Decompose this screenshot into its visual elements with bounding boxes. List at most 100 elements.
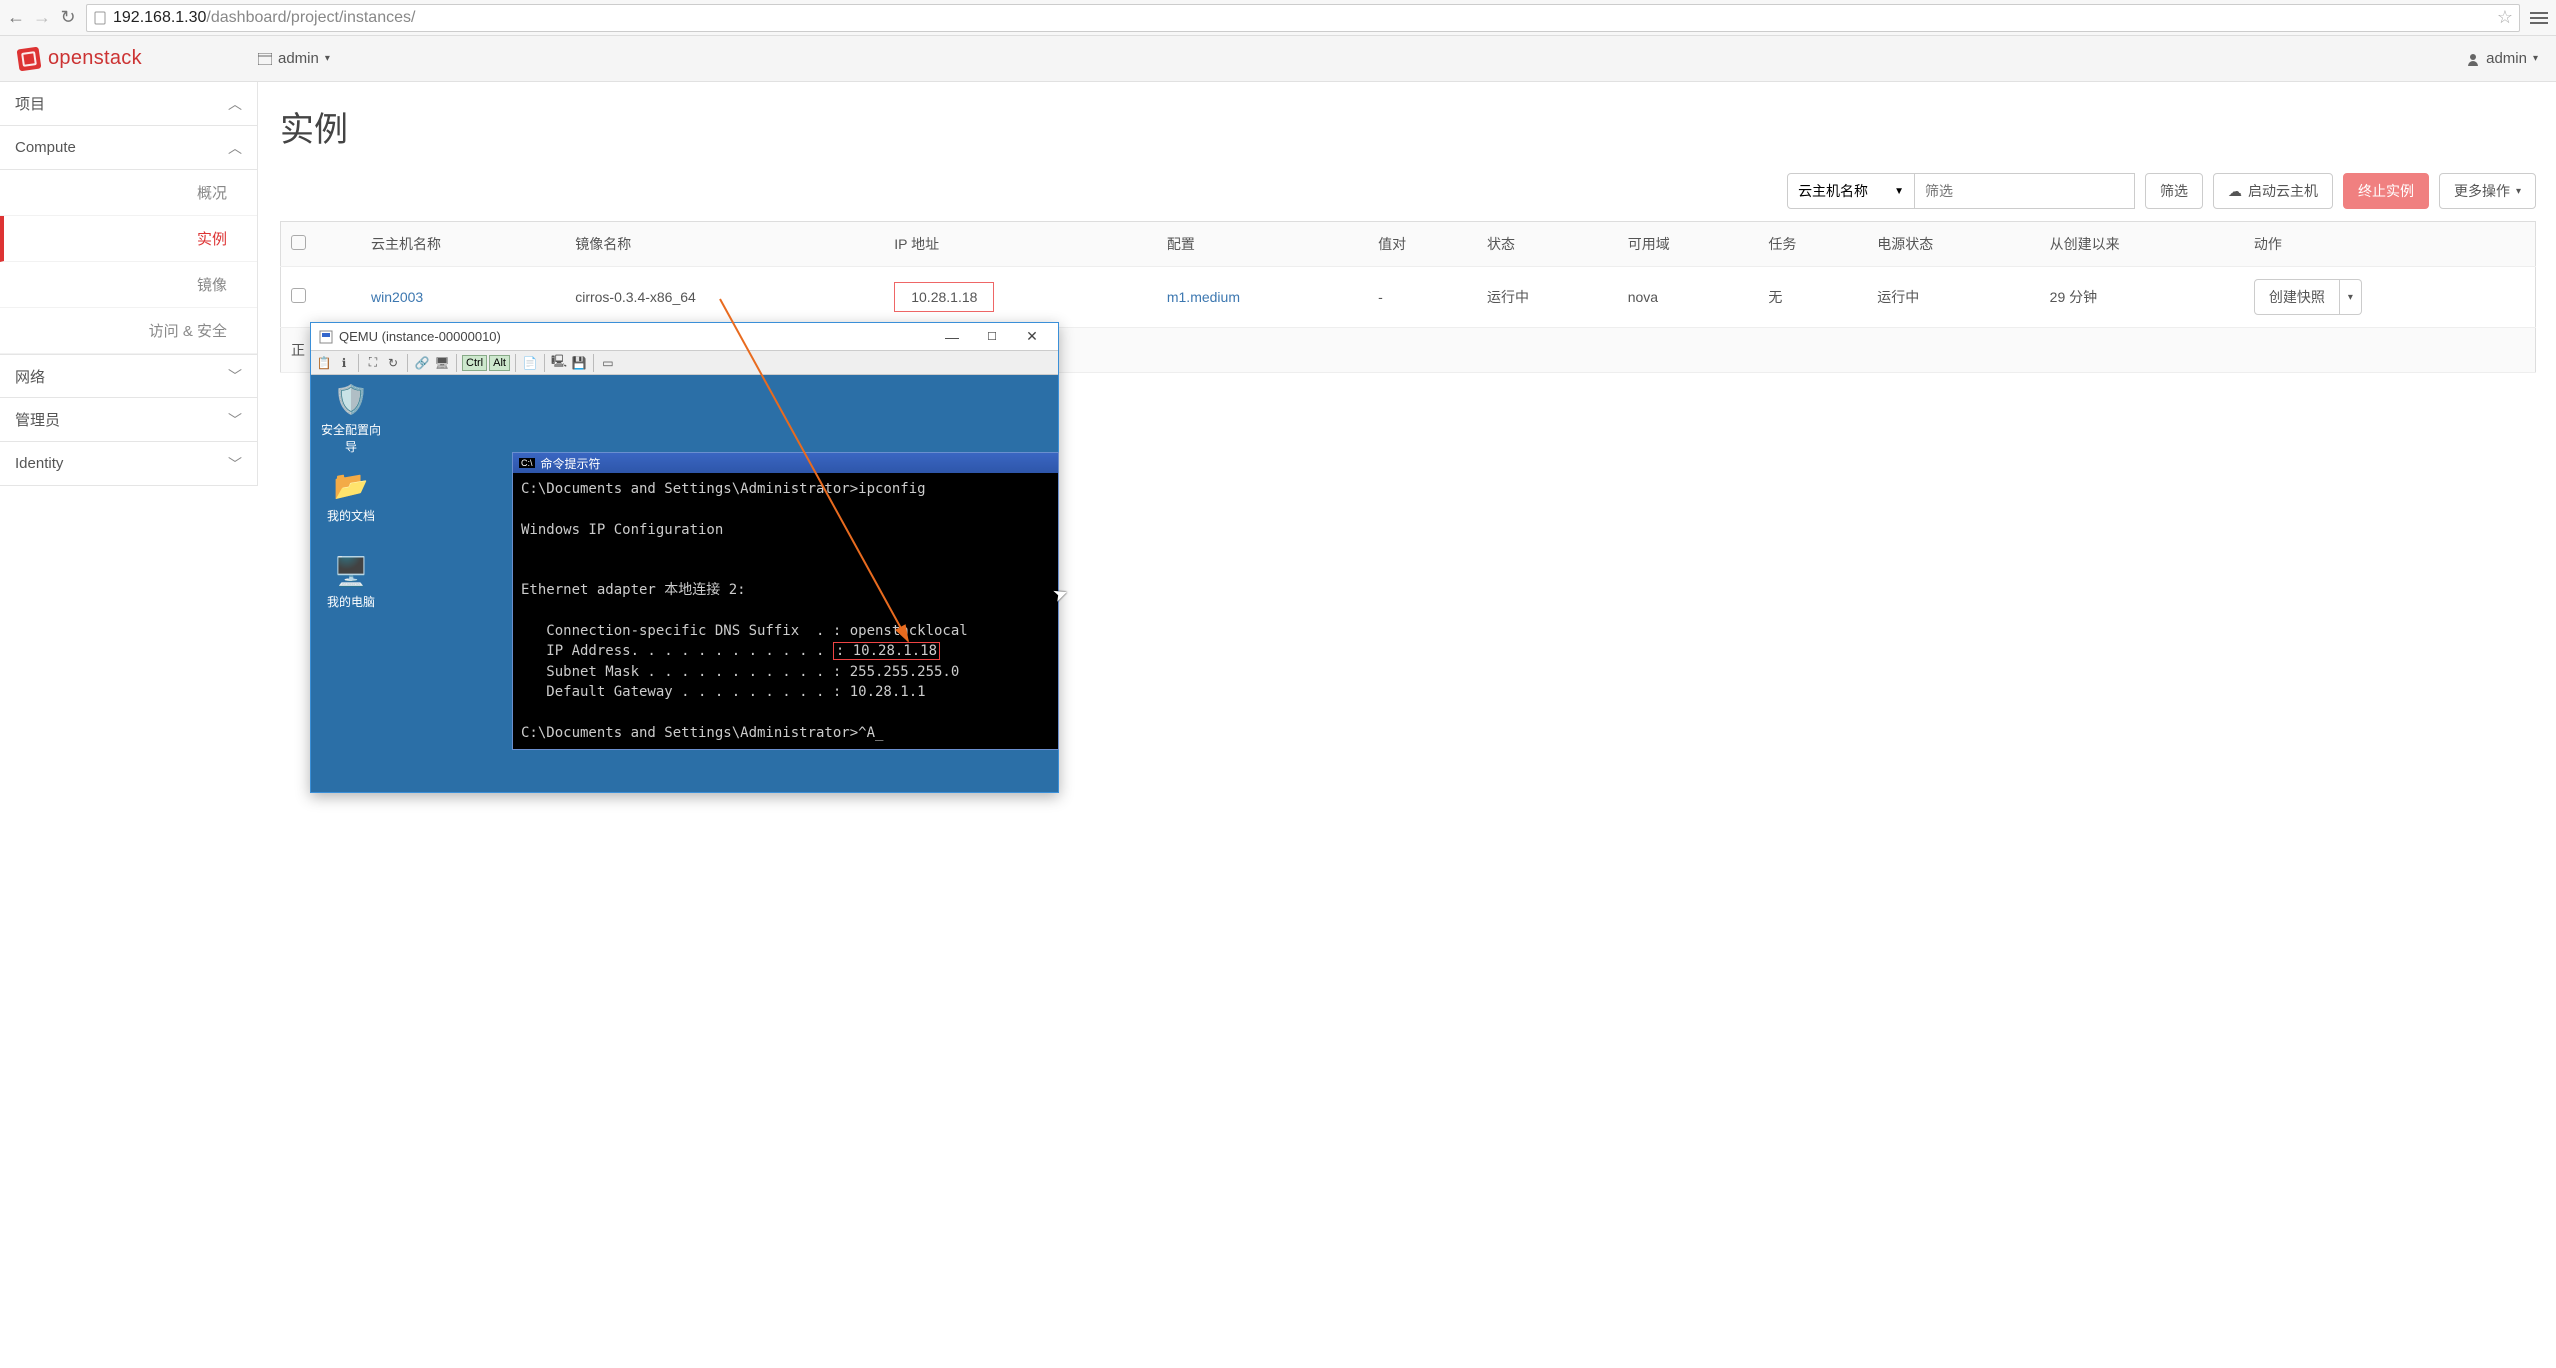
instance-name-link[interactable]: win2003: [371, 289, 423, 305]
sidebar-section-network[interactable]: 网络 ﹀: [0, 354, 257, 398]
folder-icon: 📂: [333, 467, 369, 503]
filter-input[interactable]: [1915, 173, 2135, 209]
col-status: 状态: [1477, 222, 1618, 267]
row-actions-dropdown[interactable]: ▾: [2340, 279, 2362, 315]
select-all-cell: [281, 222, 362, 267]
desktop-icon-label: 我的电脑: [321, 593, 381, 610]
chevron-down-icon: ﹀: [228, 410, 242, 430]
tb-icon[interactable]: 🔗: [413, 354, 431, 372]
tb-icon[interactable]: 💾: [570, 354, 588, 372]
tb-icon[interactable]: 📄: [521, 354, 539, 372]
minimize-button[interactable]: —: [932, 326, 972, 348]
tb-icon[interactable]: ℹ: [335, 354, 353, 372]
sidebar-section-admin[interactable]: 管理员 ﹀: [0, 398, 257, 442]
chevron-down-icon: ﹀: [228, 454, 242, 474]
more-actions-button[interactable]: 更多操作 ▾: [2439, 173, 2536, 209]
filter-button[interactable]: 筛选: [2145, 173, 2203, 209]
forward-button[interactable]: →: [34, 10, 50, 26]
qemu-titlebar[interactable]: QEMU (instance-00000010) — ☐ ✕: [311, 323, 1058, 351]
tb-icon[interactable]: ↻: [384, 354, 402, 372]
user-menu[interactable]: admin ▾: [2466, 50, 2538, 67]
table-row: win2003 cirros-0.3.4-x86_64 10.28.1.18 m…: [281, 267, 2536, 328]
app-header: openstack admin ▾ admin ▾: [0, 36, 2556, 82]
url-path: /dashboard/project/instances/: [206, 9, 415, 27]
tb-icon[interactable]: ▭: [599, 354, 617, 372]
caret-down-icon: ▾: [325, 53, 330, 64]
chevron-down-icon: ﹀: [228, 366, 242, 386]
qemu-title-text: QEMU (instance-00000010): [339, 329, 926, 344]
create-snapshot-button[interactable]: 创建快照: [2254, 279, 2340, 315]
keypair-cell: -: [1368, 267, 1477, 328]
flavor-link[interactable]: m1.medium: [1167, 289, 1240, 305]
az-cell: nova: [1618, 267, 1759, 328]
desktop-icon-docs[interactable]: 📂 我的文档: [321, 467, 381, 524]
sidebar-section-identity[interactable]: Identity ﹀: [0, 442, 257, 486]
sidebar-label: Identity: [15, 455, 63, 472]
tb-icon[interactable]: ⛶: [364, 354, 382, 372]
window-controls: — ☐ ✕: [932, 326, 1052, 348]
user-name: admin: [2486, 50, 2527, 67]
sidebar-section-compute[interactable]: Compute ︿: [0, 126, 257, 170]
ip-cell: 10.28.1.18: [894, 282, 994, 312]
computer-icon: 🖥️: [333, 553, 369, 589]
alt-key-button[interactable]: Alt: [489, 355, 510, 371]
page-title: 实例: [280, 102, 2536, 151]
cmd-output: C:\Documents and Settings\Administrator>…: [513, 473, 1058, 749]
col-keypair: 值对: [1368, 222, 1477, 267]
sidebar-label: 网络: [15, 366, 45, 387]
ctrl-key-button[interactable]: Ctrl: [462, 355, 487, 371]
cmd-window[interactable]: C:\ 命令提示符 C:\Documents and Settings\Admi…: [512, 452, 1059, 750]
browser-menu-button[interactable]: [2530, 12, 2548, 24]
bookmark-icon[interactable]: ☆: [2497, 7, 2513, 28]
address-bar[interactable]: 192.168.1.30/dashboard/project/instances…: [86, 4, 2520, 32]
table-header-row: 云主机名称 镜像名称 IP 地址 配置 值对 状态 可用域 任务 电源状态 从创…: [281, 222, 2536, 267]
project-selector[interactable]: admin ▾: [258, 50, 330, 67]
desktop-icon-computer[interactable]: 🖥️ 我的电脑: [321, 553, 381, 610]
desktop-icon-wizard[interactable]: 🛡️ 安全配置向导: [321, 381, 381, 455]
close-button[interactable]: ✕: [1012, 326, 1052, 348]
qemu-toolbar: 📋 ℹ ⛶ ↻ 🔗 🖥 Ctrl Alt 📄 🖳 💾 ▭: [311, 351, 1058, 375]
cmd-ip-highlight: : 10.28.1.18: [833, 642, 940, 660]
col-uptime: 从创建以来: [2040, 222, 2244, 267]
sidebar-section-project[interactable]: 项目 ︿: [0, 82, 257, 126]
tb-icon[interactable]: 🖳: [550, 354, 568, 372]
sidebar-label: 管理员: [15, 409, 60, 430]
col-name: 云主机名称: [361, 222, 565, 267]
caret-down-icon: ▾: [2533, 53, 2538, 64]
sidebar-item-images[interactable]: 镜像: [0, 262, 257, 308]
task-cell: 无: [1758, 267, 1867, 328]
filter-type-label: 云主机名称: [1798, 181, 1868, 201]
project-icon: [258, 53, 272, 65]
col-actions: 动作: [2244, 222, 2536, 267]
sidebar: 项目 ︿ Compute ︿ 概况 实例 镜像 访问 & 安全 网络 ﹀ 管理员…: [0, 82, 258, 486]
brand[interactable]: openstack: [0, 47, 258, 70]
qemu-window: QEMU (instance-00000010) — ☐ ✕ 📋 ℹ ⛶ ↻ 🔗…: [310, 322, 1059, 793]
brand-logo-icon: [17, 46, 42, 71]
tb-icon[interactable]: 📋: [315, 354, 333, 372]
tb-icon[interactable]: 🖥: [433, 354, 451, 372]
sidebar-item-instances[interactable]: 实例: [0, 216, 257, 262]
launch-instance-button[interactable]: ☁ 启动云主机: [2213, 173, 2333, 209]
terminate-instances-button[interactable]: 终止实例: [2343, 173, 2429, 209]
sidebar-item-access[interactable]: 访问 & 安全: [0, 308, 257, 354]
reload-button[interactable]: ↻: [60, 10, 76, 26]
maximize-button[interactable]: ☐: [972, 326, 1012, 348]
image-cell: cirros-0.3.4-x86_64: [565, 267, 884, 328]
col-flavor: 配置: [1157, 222, 1368, 267]
caret-down-icon: ▼: [1894, 186, 1904, 197]
project-name: admin: [278, 50, 319, 67]
back-button[interactable]: ←: [8, 10, 24, 26]
cmd-titlebar[interactable]: C:\ 命令提示符: [513, 453, 1058, 473]
qemu-icon: [319, 330, 333, 344]
filter-type-select[interactable]: 云主机名称 ▼: [1787, 173, 1915, 209]
cloud-upload-icon: ☁: [2228, 183, 2242, 200]
status-cell: 运行中: [1477, 267, 1618, 328]
col-image: 镜像名称: [565, 222, 884, 267]
cmd-title-text: 命令提示符: [541, 455, 601, 472]
desktop-icon-label: 我的文档: [321, 507, 381, 524]
col-az: 可用域: [1618, 222, 1759, 267]
guest-desktop[interactable]: 🛡️ 安全配置向导 📂 我的文档 🖥️ 我的电脑 C:\ 命令提示符 C:\Do…: [311, 375, 1058, 792]
row-checkbox[interactable]: [291, 288, 306, 303]
sidebar-item-overview[interactable]: 概况: [0, 170, 257, 216]
select-all-checkbox[interactable]: [291, 235, 306, 250]
